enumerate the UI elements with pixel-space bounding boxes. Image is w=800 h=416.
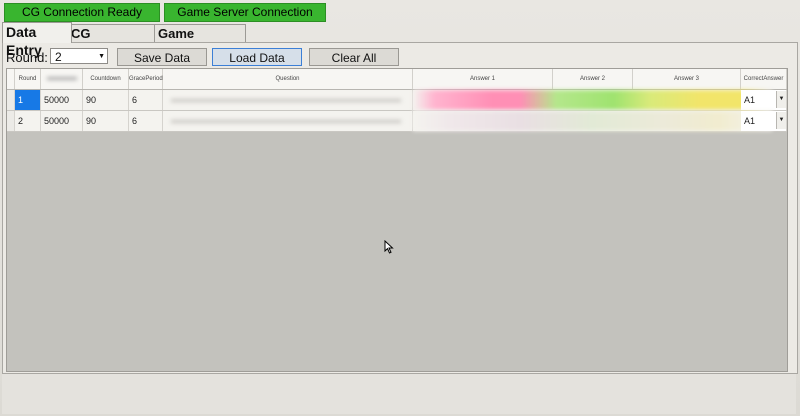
row-header-corner [7, 69, 15, 89]
questions-grid: Round Countdown GracePeriod Question Ans… [6, 68, 788, 372]
tab-data-entry[interactable]: Data Entry [2, 22, 72, 58]
footer-area [2, 374, 796, 414]
game-server-connection-status: Game Server Connection [164, 3, 326, 22]
cell-countdown[interactable]: 90 [83, 90, 129, 110]
chevron-down-icon[interactable]: ▼ [776, 91, 786, 108]
cell-correct-answer[interactable]: A1 ▼ [741, 90, 787, 110]
cell-correct-answer[interactable]: A1 ▼ [741, 111, 787, 131]
chevron-down-icon: ▼ [98, 53, 105, 60]
blurred-question-text [171, 120, 401, 123]
cell-answers-blurred[interactable] [413, 90, 773, 110]
table-row[interactable]: 2 50000 90 6 A1 ▼ [7, 111, 787, 132]
clear-all-button[interactable]: Clear All [309, 48, 399, 66]
tab-game-control[interactable]: Game Control [154, 24, 246, 59]
correct-answer-value: A1 [744, 95, 756, 105]
header-correct-answer[interactable]: CorrectAnswer [741, 69, 787, 89]
load-data-button[interactable]: Load Data [212, 48, 302, 66]
mouse-cursor-icon [384, 240, 394, 254]
tab-cg-rehearsal[interactable]: CG Rehearsal [67, 24, 159, 59]
cell-prize[interactable]: 50000 [41, 90, 83, 110]
save-data-button[interactable]: Save Data [117, 48, 207, 66]
header-answer-2[interactable]: Answer 2 [553, 69, 633, 89]
cell-countdown[interactable]: 90 [83, 111, 129, 131]
round-select[interactable]: 2 ▼ [50, 48, 108, 64]
chevron-down-icon[interactable]: ▼ [776, 112, 786, 129]
cell-question[interactable] [163, 111, 413, 131]
cell-prize[interactable]: 50000 [41, 111, 83, 131]
header-countdown[interactable]: Countdown [83, 69, 129, 89]
cell-round[interactable]: 1 [15, 90, 41, 110]
cg-connection-status: CG Connection Ready [4, 3, 160, 22]
header-round[interactable]: Round [15, 69, 41, 89]
grid-header: Round Countdown GracePeriod Question Ans… [7, 69, 787, 90]
blurred-header-text [46, 76, 77, 80]
table-row[interactable]: 1 50000 90 6 A1 ▼ [7, 90, 787, 111]
cell-round[interactable]: 2 [15, 111, 41, 131]
cell-grace-period[interactable]: 6 [129, 111, 163, 131]
blurred-question-text [171, 99, 401, 102]
header-answer-1[interactable]: Answer 1 [413, 69, 553, 89]
cell-answers-blurred[interactable] [413, 111, 773, 131]
row-header[interactable] [7, 111, 15, 131]
row-header[interactable] [7, 90, 15, 110]
header-prize[interactable] [41, 69, 83, 89]
header-question[interactable]: Question [163, 69, 413, 89]
round-select-value: 2 [55, 50, 62, 64]
cell-question[interactable] [163, 90, 413, 110]
correct-answer-value: A1 [744, 116, 756, 126]
header-grace-period[interactable]: GracePeriod [129, 69, 163, 89]
header-answer-3[interactable]: Answer 3 [633, 69, 741, 89]
cell-grace-period[interactable]: 6 [129, 90, 163, 110]
